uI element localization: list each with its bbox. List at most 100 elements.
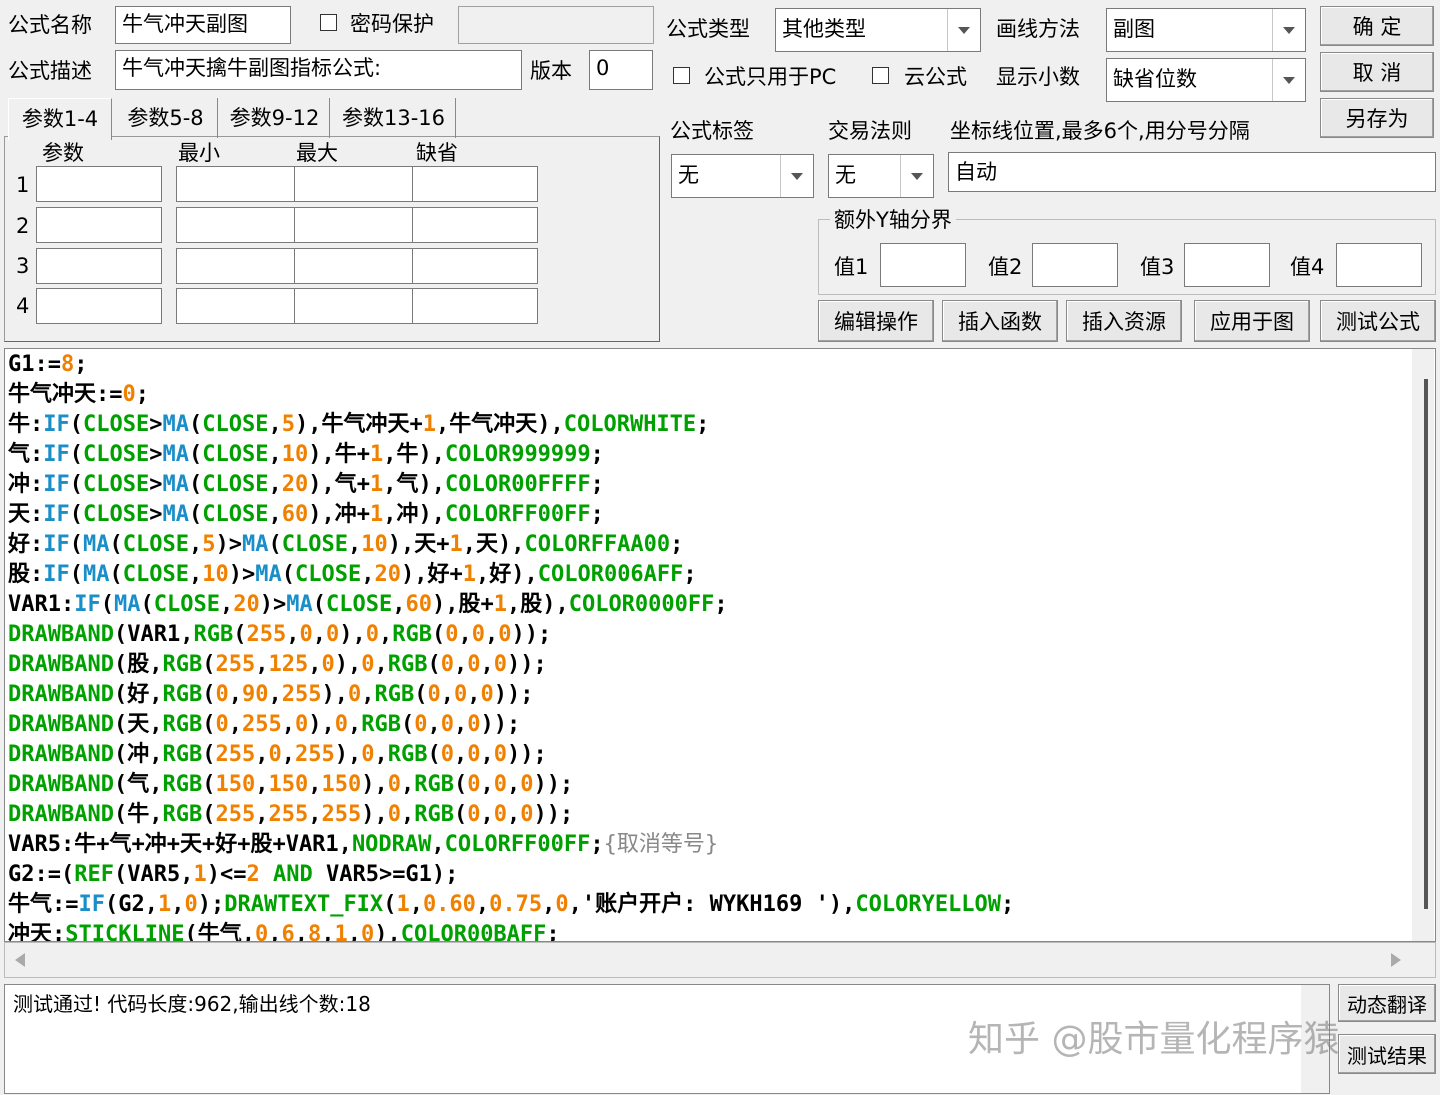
code-token: 5: [281, 412, 295, 437]
code-line[interactable]: 天:IF(CLOSE>MA(CLOSE,60),冲+1,冲),COLORFF00…: [8, 500, 1014, 530]
tab-params-5-8[interactable]: 参数5-8: [114, 98, 218, 138]
code-line[interactable]: 股:IF(MA(CLOSE,10)>MA(CLOSE,20),好+1,好),CO…: [8, 560, 1014, 590]
param-3-name[interactable]: [36, 248, 162, 284]
param-3-default[interactable]: [412, 248, 538, 284]
draw-method-select[interactable]: 副图: [1106, 8, 1306, 52]
param-4-default[interactable]: [412, 288, 538, 324]
param-1-name[interactable]: [36, 166, 162, 202]
y-value-3-input[interactable]: [1184, 243, 1270, 287]
dynamic-translate-button[interactable]: 动态翻译: [1338, 984, 1436, 1022]
test-result-button[interactable]: 测试结果: [1338, 1034, 1436, 1074]
code-token: 0: [254, 922, 269, 942]
code-token: 255: [215, 652, 256, 677]
code-line[interactable]: DRAWBAND(好,RGB(0,90,255),0,RGB(0,0,0));: [8, 680, 1014, 710]
chevron-down-icon[interactable]: [1272, 59, 1305, 101]
param-2-max[interactable]: [294, 207, 420, 243]
tab-params-13-16[interactable]: 参数13-16: [332, 98, 456, 138]
insert-function-button[interactable]: 插入函数: [942, 300, 1058, 342]
code-line[interactable]: VAR5:牛+气+冲+天+好+股+VAR1,NODRAW,COLORFF00FF…: [8, 830, 1014, 860]
code-token: (: [100, 592, 114, 617]
code-token: 0: [184, 892, 198, 917]
scroll-thumb[interactable]: [1424, 379, 1428, 909]
chevron-down-icon[interactable]: [1272, 9, 1305, 51]
param-1-max[interactable]: [294, 166, 420, 202]
trade-rule-select[interactable]: 无: [828, 154, 934, 198]
code-line[interactable]: DRAWBAND(股,RGB(255,125,0),0,RGB(0,0,0));: [8, 650, 1014, 680]
code-line[interactable]: DRAWBAND(冲,RGB(255,0,255),0,RGB(0,0,0));: [8, 740, 1014, 770]
code-token: MA: [162, 442, 189, 467]
code-line[interactable]: DRAWBAND(气,RGB(150,150,150),0,RGB(0,0,0)…: [8, 770, 1014, 800]
code-token: 0: [453, 682, 468, 707]
param-header-max: 最大: [296, 141, 338, 165]
y-value-2-input[interactable]: [1032, 243, 1118, 287]
chevron-down-icon[interactable]: [900, 155, 933, 197]
code-line[interactable]: DRAWBAND(牛,RGB(255,255,255),0,RGB(0,0,0)…: [8, 800, 1014, 830]
code-line[interactable]: 牛气冲天:=0;: [8, 380, 1014, 410]
y-value-4-input[interactable]: [1336, 243, 1422, 287]
code-token: CLOSE: [202, 472, 269, 497]
password-input[interactable]: [458, 6, 654, 44]
code-token: 60: [281, 502, 309, 527]
code-line[interactable]: DRAWBAND(天,RGB(0,255,0),0,RGB(0,0,0));: [8, 710, 1014, 740]
code-line[interactable]: G2:=(REF(VAR5,1)<=2 AND VAR5>=G1);: [8, 860, 1014, 890]
code-token: (好,: [113, 682, 163, 707]
edit-operations-button[interactable]: 编辑操作: [818, 300, 934, 342]
save-as-button[interactable]: 另存为: [1320, 98, 1434, 138]
code-line[interactable]: G1:=8;: [8, 350, 1014, 380]
param-4-max[interactable]: [294, 288, 420, 324]
scroll-right-icon[interactable]: [1391, 953, 1401, 967]
code-line[interactable]: VAR1:IF(MA(CLOSE,20)>MA(CLOSE,60),股+1,股)…: [8, 590, 1014, 620]
code-line[interactable]: 冲:IF(CLOSE>MA(CLOSE,20),气+1,气),COLOR00FF…: [8, 470, 1014, 500]
code-line[interactable]: DRAWBAND(VAR1,RGB(255,0,0),0,RGB(0,0,0))…: [8, 620, 1014, 650]
code-token: 1: [193, 862, 207, 887]
code-line[interactable]: 牛气:=IF(G2,1,0);DRAWTEXT_FIX(1,0.60,0.75,…: [8, 890, 1014, 920]
formula-type-select[interactable]: 其他类型: [775, 8, 981, 52]
param-1-min[interactable]: [176, 166, 302, 202]
vertical-scrollbar[interactable]: [1412, 349, 1434, 941]
tab-params-9-12[interactable]: 参数9-12: [220, 98, 330, 138]
code-line[interactable]: 气:IF(CLOSE>MA(CLOSE,10),牛+1,牛),COLOR9999…: [8, 440, 1014, 470]
axis-lines-input[interactable]: 自动: [948, 152, 1436, 192]
param-2-name[interactable]: [36, 207, 162, 243]
param-1-default[interactable]: [412, 166, 538, 202]
password-checkbox[interactable]: [320, 14, 337, 31]
code-token: 0.60: [422, 892, 476, 917]
param-4-min[interactable]: [176, 288, 302, 324]
code-token: 1: [369, 442, 384, 467]
cloud-checkbox[interactable]: [872, 67, 889, 84]
test-formula-button[interactable]: 测试公式: [1320, 300, 1436, 342]
code-line[interactable]: 牛:IF(CLOSE>MA(CLOSE,5),牛气冲天+1,牛气冲天),COLO…: [8, 410, 1014, 440]
tab-params-1-4[interactable]: 参数1-4: [8, 98, 112, 140]
code-line[interactable]: 冲天:STICKLINE(牛气,0,6,8,1,0),COLOR00BAFF;: [8, 920, 1014, 942]
code-line[interactable]: 好:IF(MA(CLOSE,5)>MA(CLOSE,10),天+1,天),COL…: [8, 530, 1014, 560]
code-token: 冲:: [8, 472, 44, 497]
code-token: 0: [498, 622, 512, 647]
param-2-min[interactable]: [176, 207, 302, 243]
param-3-min[interactable]: [176, 248, 302, 284]
param-2-default[interactable]: [412, 207, 538, 243]
insert-resource-button[interactable]: 插入资源: [1066, 300, 1182, 342]
y-value-1-input[interactable]: [880, 243, 966, 287]
code-token: ,: [281, 712, 295, 737]
pc-only-checkbox[interactable]: [673, 67, 690, 84]
ok-button[interactable]: 确 定: [1320, 6, 1434, 46]
formula-desc-input[interactable]: 牛气冲天擒牛副图指标公式:: [115, 50, 522, 90]
tag-select[interactable]: 无: [671, 154, 814, 198]
code-token: ,: [453, 652, 468, 677]
code-token: COLOR999999: [444, 442, 591, 467]
chevron-down-icon[interactable]: [780, 155, 813, 197]
horizontal-scrollbar[interactable]: [4, 942, 1436, 978]
code-editor[interactable]: G1:=8; 牛气冲天:=0; 牛:IF(CLOSE>MA(CLOSE,5),牛气冲…: [4, 348, 1436, 942]
cancel-button[interactable]: 取 消: [1320, 52, 1434, 92]
code-token: 0: [122, 382, 136, 407]
param-3-max[interactable]: [294, 248, 420, 284]
formula-name-input[interactable]: 牛气冲天副图: [115, 6, 291, 44]
code-content[interactable]: G1:=8; 牛气冲天:=0; 牛:IF(CLOSE>MA(CLOSE,5),牛气冲…: [8, 350, 1014, 942]
chevron-down-icon[interactable]: [947, 9, 980, 51]
decimals-select[interactable]: 缺省位数: [1106, 58, 1306, 102]
param-header-name: 参数: [42, 141, 84, 165]
scroll-left-icon[interactable]: [15, 953, 25, 967]
apply-to-chart-button[interactable]: 应用于图: [1194, 300, 1310, 342]
version-input[interactable]: 0: [589, 50, 653, 90]
param-4-name[interactable]: [36, 288, 162, 324]
